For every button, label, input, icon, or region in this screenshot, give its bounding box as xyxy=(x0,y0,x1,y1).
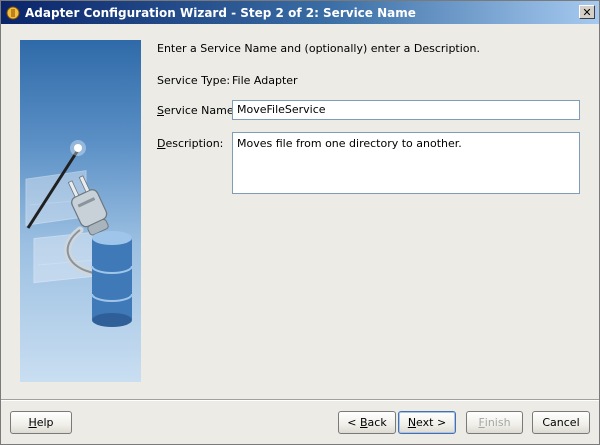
finish-label-rest: inish xyxy=(484,416,511,429)
back-prefix: < xyxy=(347,416,360,429)
close-button[interactable]: ✕ xyxy=(579,5,595,19)
back-label-rest: ack xyxy=(367,416,387,429)
service-name-label: Service Name: xyxy=(157,104,237,117)
description-label-rest: escription: xyxy=(165,137,224,150)
cancel-button[interactable]: Cancel xyxy=(532,411,590,434)
instruction-text: Enter a Service Name and (optionally) en… xyxy=(157,42,480,55)
help-label-rest: elp xyxy=(36,416,54,429)
help-mnemonic: H xyxy=(28,416,37,429)
plug-illustration-graphic xyxy=(25,140,133,327)
back-button[interactable]: < Back xyxy=(338,411,396,434)
service-type-value: File Adapter xyxy=(232,74,298,87)
footer-divider xyxy=(1,399,599,401)
service-name-input[interactable]: MoveFileService xyxy=(232,100,580,120)
adapter-wizard-icon xyxy=(6,6,20,19)
wizard-window: Adapter Configuration Wizard - Step 2 of… xyxy=(0,0,600,445)
service-name-mnemonic: S xyxy=(157,104,164,117)
description-textarea[interactable]: Moves file from one directory to another… xyxy=(232,132,580,194)
service-name-label-rest: ervice Name: xyxy=(163,104,238,117)
help-button[interactable]: Help xyxy=(10,411,72,434)
next-button[interactable]: Next > xyxy=(398,411,456,434)
plug-and-database-illustration xyxy=(20,40,141,382)
back-mnemonic: B xyxy=(360,416,368,429)
finish-button[interactable]: Finish xyxy=(466,411,523,434)
title-bar[interactable]: Adapter Configuration Wizard - Step 2 of… xyxy=(1,1,599,24)
description-label: Description: xyxy=(157,137,223,150)
next-mnemonic: N xyxy=(407,416,417,429)
service-type-label: Service Type: xyxy=(157,74,231,87)
next-label-rest: ext > xyxy=(416,416,447,429)
window-title: Adapter Configuration Wizard - Step 2 of… xyxy=(25,5,416,20)
close-icon: ✕ xyxy=(582,5,592,19)
